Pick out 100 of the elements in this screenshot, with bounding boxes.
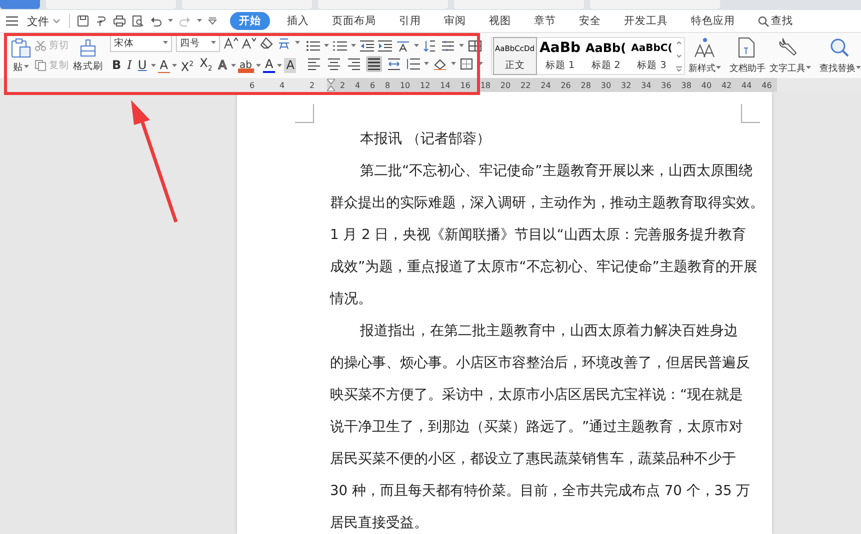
- scissors-icon: [35, 40, 46, 50]
- ruler-number: 18: [480, 80, 491, 90]
- align-right-icon: [348, 58, 360, 70]
- ruler-number: 22: [520, 80, 531, 90]
- ruler-number: 6: [370, 80, 376, 90]
- eraser-icon[interactable]: [260, 37, 273, 50]
- caret-icon: [806, 66, 812, 70]
- table-grid-icon[interactable]: [468, 40, 482, 52]
- line-spacing-icon[interactable]: [441, 40, 455, 52]
- align-distribute-button[interactable]: [386, 56, 402, 72]
- print-preview-icon[interactable]: [132, 15, 144, 27]
- align-left-icon: [308, 58, 320, 70]
- align-left-button[interactable]: [306, 56, 322, 72]
- align-justify-button[interactable]: [366, 56, 382, 72]
- print-icon[interactable]: [113, 15, 126, 27]
- character-shading-button[interactable]: A: [284, 58, 296, 74]
- ruler-number: 6: [249, 80, 255, 90]
- align-right-button[interactable]: [346, 56, 362, 72]
- grow-font-icon[interactable]: [224, 37, 238, 50]
- caret-icon: [163, 41, 168, 46]
- ribbon-tab[interactable]: 页面布局: [326, 12, 382, 30]
- ruler-number: 34: [641, 80, 652, 90]
- caret-icon: [256, 64, 262, 68]
- caret-icon: [478, 62, 483, 66]
- ruler-number: 4: [279, 80, 285, 90]
- caret-icon: [277, 64, 282, 68]
- format-button[interactable]: X$_{2}$: [198, 56, 214, 76]
- ribbon-tab[interactable]: 特色应用: [685, 12, 741, 30]
- ribbon-tab[interactable]: 开始: [230, 12, 270, 30]
- increase-indent-icon[interactable]: [378, 40, 392, 52]
- shrink-font-icon[interactable]: [242, 37, 256, 50]
- undo-icon[interactable]: [150, 16, 162, 26]
- text-effect-button[interactable]: A: [216, 58, 229, 74]
- new-style-icon: [694, 36, 716, 58]
- style-option[interactable]: AaBb 标题 1: [538, 36, 583, 74]
- new-style-button[interactable]: 新样式: [687, 36, 722, 74]
- caret-icon: [230, 64, 236, 68]
- paragraph: 报道指出，在第二批主题教育中，山西太原着力解决百姓身边 的操心事、烦心事。小店区市容整治后，环境改善了，但居民普遍反 映买菜不方便了。采访中，太原市小店区居民亢宝祥说：“现在就是 说干净卫生了，到那边（买菜）路远了。”通过主题教育，太原市对 居民买菜不便的小区，都设立了惠民蔬菜销售车，蔬菜品种不少于 30 种，而且每天都有特价菜。目前，全市共完成布点 70 个，35 万 居民直接受益。: [330, 322, 750, 533]
- customize-icon[interactable]: [208, 17, 217, 25]
- bold-button[interactable]: B: [110, 58, 124, 74]
- caret-icon: [856, 66, 861, 70]
- find-replace-button[interactable]: 查找替换: [818, 36, 861, 74]
- paragraph-spacing-icon[interactable]: [406, 58, 420, 70]
- ruler-number: 2: [340, 80, 346, 90]
- menu-icon[interactable]: [6, 16, 18, 26]
- sort-icon[interactable]: [423, 40, 437, 52]
- caret-icon: [168, 19, 173, 23]
- italic-button[interactable]: I: [125, 58, 134, 74]
- paste-button[interactable]: 贴: [10, 36, 32, 74]
- caret-icon: [324, 44, 329, 48]
- format-button[interactable]: X$^{2}$: [178, 56, 196, 75]
- ribbon-tab[interactable]: 插入: [281, 12, 315, 30]
- copy-icon: [35, 60, 46, 71]
- caret-icon: [150, 64, 156, 68]
- numbered-list-icon[interactable]: [333, 40, 347, 52]
- ribbon-tab[interactable]: 视图: [483, 12, 517, 30]
- highlight-button[interactable]: ab: [238, 58, 254, 74]
- margin-corner-mark: [295, 104, 314, 123]
- decrease-indent-icon[interactable]: [360, 40, 374, 52]
- align-center-button[interactable]: [326, 56, 342, 72]
- ruler-number: 28: [580, 80, 591, 90]
- search-button[interactable]: 查找: [752, 12, 799, 30]
- ribbon-tab[interactable]: 审阅: [438, 12, 472, 30]
- align-distribute-icon: [388, 58, 400, 70]
- ruler-number: 10: [400, 80, 410, 90]
- bullet-list-icon[interactable]: [306, 40, 320, 52]
- margin-corner-mark: [741, 104, 760, 123]
- ruler-number: 30: [600, 80, 612, 90]
- ribbon-tab[interactable]: 引用: [393, 12, 427, 30]
- caret-icon: [24, 65, 29, 69]
- caret-icon: [424, 62, 429, 66]
- style-option[interactable]: AaBbC( 标题 3: [629, 36, 674, 74]
- text-direction-icon[interactable]: [396, 40, 410, 52]
- caret-icon: [295, 41, 300, 46]
- shading-icon[interactable]: [433, 58, 447, 70]
- caret-icon: [414, 44, 419, 48]
- ribbon-tab[interactable]: 章节: [528, 12, 562, 30]
- borders-icon[interactable]: [460, 58, 474, 70]
- ribbon-tab[interactable]: 安全: [573, 12, 607, 30]
- save-icon[interactable]: [77, 15, 89, 27]
- ruler-number: 8: [384, 80, 390, 90]
- file-menu[interactable]: 文件: [25, 12, 62, 30]
- ruler-number: 44: [742, 80, 752, 90]
- document-assistant-button[interactable]: 文档助手: [728, 36, 766, 74]
- ribbon-tab[interactable]: 开发工具: [618, 12, 674, 30]
- font-color-button[interactable]: A: [263, 58, 276, 74]
- paragraph: 第二批“不忘初心、牢记使命”主题教育开展以来，山西太原围绕 群众提出的实际难题，深入调研，主动作为，推动主题教育取得实效。 1 月 2 日，央视《新闻联播》节目以“山西太原：完善服务提升教育 成效”为题，重点报道了太原市“不忘初心、牢记使命”主题教育的开展 情况。: [330, 162, 764, 309]
- caret-icon: [211, 41, 216, 46]
- search-icon: [758, 16, 769, 26]
- style-option[interactable]: AaBb( 标题 2: [584, 36, 628, 74]
- ruler-number: 14: [440, 80, 450, 90]
- ruler-number: 12: [420, 80, 430, 90]
- format-painter-button[interactable]: 格式刷: [72, 38, 104, 74]
- text-tools-button[interactable]: 文字工具: [768, 36, 812, 74]
- gallery-scroll-icon[interactable]: [675, 38, 684, 72]
- ruler-number: 20: [500, 80, 511, 90]
- caret-icon: [451, 62, 456, 66]
- strikethrough-button[interactable]: A: [158, 58, 170, 73]
- ruler-number: 38: [681, 80, 692, 90]
- underline-button[interactable]: U: [136, 58, 149, 74]
